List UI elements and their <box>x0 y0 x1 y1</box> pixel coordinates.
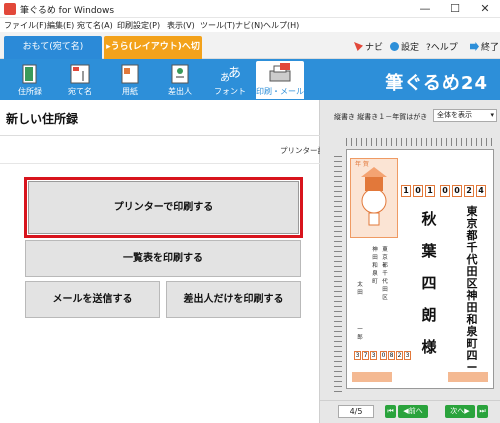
window-title: 筆ぐるめ for Windows <box>20 6 115 16</box>
exit-link[interactable]: 終了 <box>470 40 499 53</box>
recipient-name-char: 葉 <box>421 242 437 260</box>
next-label: 次へ <box>450 407 465 415</box>
nav-label: 用紙 <box>122 87 138 96</box>
lottery-number-bar <box>448 372 488 382</box>
print-sender-only-button[interactable]: 差出人だけを印刷する <box>166 281 301 318</box>
sender-zip-digit: 2 <box>396 351 403 360</box>
zip-digit: 2 <box>464 185 474 197</box>
prev-label: 前へ <box>408 407 423 415</box>
menu-edit[interactable]: 編集(E) <box>47 20 74 31</box>
menu-view[interactable]: 表示(V) <box>167 20 195 31</box>
font-icon: ああ <box>220 66 241 84</box>
sender-zip-digit: 8 <box>388 351 395 360</box>
sender-zip-digit: 0 <box>380 351 387 360</box>
tab-front-address[interactable]: おもて(宛て名) <box>4 36 102 59</box>
zip-digit: 0 <box>440 185 450 197</box>
print-mail-icon <box>269 63 291 82</box>
nav-label: 住所録 <box>18 87 42 96</box>
nav-paper[interactable]: 用紙 <box>106 61 154 99</box>
nav-label: フォント <box>214 87 246 96</box>
nav-address-book[interactable]: 住所録 <box>6 61 54 99</box>
maximize-button[interactable]: ☐ <box>440 0 470 18</box>
menu-bar: ファイル(F) 編集(E) 宛て名(A) 印刷設定(P) 表示(V) ツール(T… <box>0 18 500 32</box>
recipient-name-char: 様 <box>421 338 437 356</box>
nav-print-mail[interactable]: 印刷・メール <box>256 61 304 99</box>
first-page-icon[interactable]: ⏮ <box>385 405 396 418</box>
navi-link[interactable]: ナビ <box>354 40 383 53</box>
sender-zip-digit: 3 <box>404 351 411 360</box>
nav-label: 差出人 <box>168 87 192 96</box>
menu-tools[interactable]: ツール(T) <box>200 20 235 31</box>
zip-digit: 4 <box>476 185 486 197</box>
sender-address-text: 東京都千代田区 <box>382 247 388 301</box>
close-button[interactable]: ✕ <box>470 0 500 18</box>
ruler-left <box>334 152 342 392</box>
zoom-select-value: 全体を表示 <box>437 111 472 119</box>
next-page-button[interactable]: 次へ▶ <box>445 405 475 418</box>
wrench-icon <box>390 42 399 51</box>
recipient-name-char: 朗 <box>421 306 437 324</box>
exit-icon <box>470 42 479 51</box>
postcard-icon <box>70 64 90 84</box>
postcard-label: 年 賀 <box>355 161 369 168</box>
minimize-button[interactable]: — <box>410 0 440 18</box>
nav-sender[interactable]: 差出人 <box>156 61 204 99</box>
lottery-number-bar <box>352 372 392 382</box>
help-link[interactable]: ?ヘルプ <box>426 40 458 53</box>
recipient-name-char: 四 <box>421 274 437 292</box>
sender-icon <box>171 64 189 84</box>
send-mail-button[interactable]: メールを送信する <box>25 281 160 318</box>
settings-label: 設定 <box>401 43 420 53</box>
zip-digit: 1 <box>401 185 411 197</box>
nav-label: 印刷・メール <box>256 87 304 96</box>
last-page-icon[interactable]: ⏭ <box>477 405 488 418</box>
app-icon <box>4 3 16 15</box>
svg-text:あ: あ <box>228 66 241 81</box>
menu-address[interactable]: 宛て名(A) <box>77 20 113 31</box>
zip-digit: 1 <box>425 185 435 197</box>
address-book-icon <box>22 64 37 84</box>
stamp-illustration <box>350 158 398 238</box>
sender-zip-digit: 3 <box>354 351 361 360</box>
layout-label: 縦書き 縦書き１－年賀はがき <box>334 113 428 121</box>
nav-recipient[interactable]: 宛て名 <box>56 61 104 99</box>
sender-zip-digit: 3 <box>370 351 377 360</box>
sender-zip-digit: 7 <box>362 351 369 360</box>
page-indicator: 4/5 <box>338 405 374 418</box>
print-list-button[interactable]: 一覧表を印刷する <box>25 240 301 277</box>
chevron-down-icon: ▾ <box>490 111 494 119</box>
daruma-illustration <box>361 167 387 226</box>
menu-help[interactable]: ヘルプ(H) <box>263 20 299 31</box>
print-with-printer-button[interactable]: プリンターで印刷する <box>24 177 303 238</box>
help-label: ?ヘルプ <box>426 43 458 53</box>
sender-name-text: 一郎 <box>357 327 363 341</box>
zip-digit: 0 <box>452 185 462 197</box>
divider <box>0 163 320 164</box>
nav-font[interactable]: ああ フォント <box>206 61 254 99</box>
zoom-select[interactable]: 全体を表示 ▾ <box>433 109 497 122</box>
recipient-name-char: 秋 <box>421 210 437 228</box>
sender-address-text: 神田和泉町 <box>372 247 378 285</box>
prev-page-button[interactable]: ◀前へ <box>398 405 428 418</box>
divider <box>0 135 320 136</box>
paper-icon <box>121 64 139 84</box>
navi-icon <box>354 42 363 51</box>
menu-print-settings[interactable]: 印刷設定(P) <box>117 20 160 31</box>
page-title: 新しい住所録 <box>6 112 79 126</box>
settings-link[interactable]: 設定 <box>390 40 419 53</box>
exit-label: 終了 <box>481 43 500 53</box>
tab-switch-back-layout[interactable]: ▸うら(レイアウト)へ切替 <box>104 36 202 75</box>
sender-name-text: 太田 <box>357 282 363 296</box>
ruler-top <box>346 138 494 146</box>
menu-file[interactable]: ファイル(F) <box>4 20 47 31</box>
title-bar: 筆ぐるめ for Windows — ☐ ✕ <box>0 0 500 18</box>
brand-logo: 筆ぐるめ24 <box>385 73 488 94</box>
nav-label: 宛て名 <box>68 87 92 96</box>
zip-digit: 0 <box>413 185 423 197</box>
navi-label: ナビ <box>365 43 384 53</box>
menu-navi[interactable]: ナビ(N) <box>235 20 263 31</box>
